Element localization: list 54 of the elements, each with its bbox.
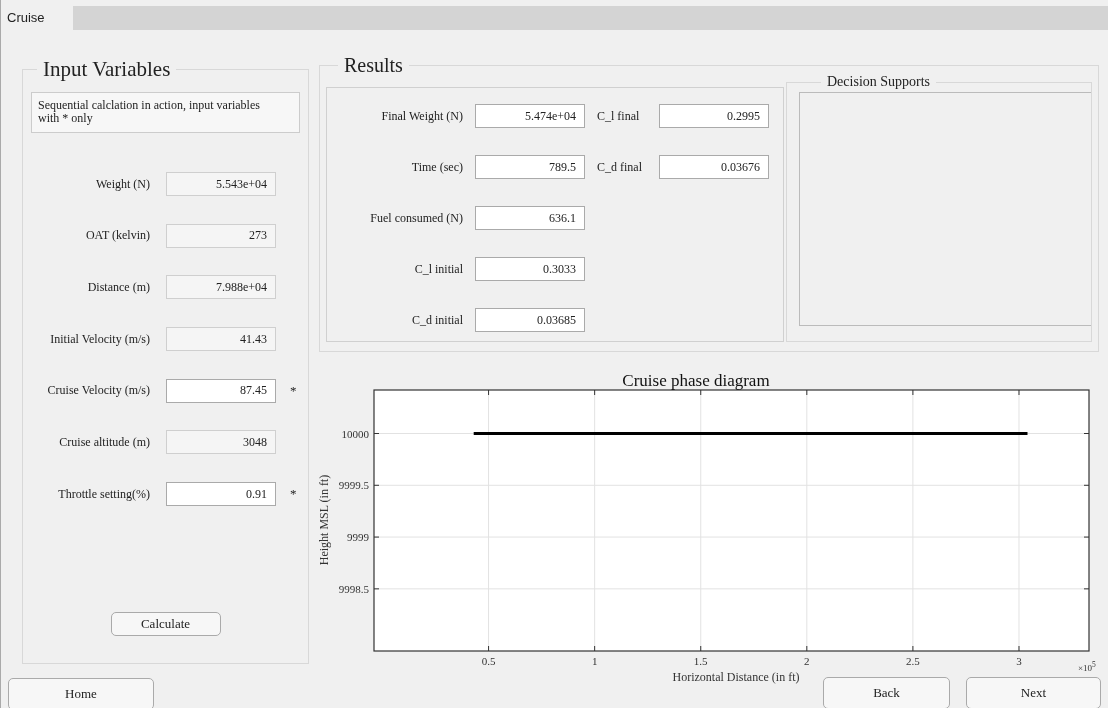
- next-button[interactable]: Next: [966, 677, 1101, 708]
- field-label: C_d final: [597, 159, 643, 175]
- home-button[interactable]: Home: [8, 678, 154, 708]
- field-label: Distance (m): [86, 279, 150, 295]
- panel-title: Results: [343, 54, 404, 77]
- decision-list[interactable]: [799, 92, 1091, 326]
- x-tick-label: 1: [591, 655, 598, 667]
- required-marker: *: [290, 486, 297, 503]
- back-button[interactable]: Back: [823, 677, 950, 708]
- tab[interactable]: Cruise: [1, 6, 73, 30]
- input-field[interactable]: 273: [166, 223, 276, 248]
- field-label: C_d initial: [411, 312, 463, 328]
- input-field[interactable]: 0.91: [166, 482, 276, 507]
- field-label: C_l initial: [413, 261, 463, 277]
- field-label: C_l final: [597, 108, 641, 124]
- panel-title: Input Variables: [42, 57, 172, 82]
- x-tick-label: 2.5: [906, 655, 920, 667]
- field-label: Throttle setting(%): [57, 486, 150, 502]
- field-label: Final Weight (N): [380, 108, 463, 124]
- field-label: Time (sec): [410, 159, 463, 175]
- input-field[interactable]: 5.543e+04: [166, 172, 276, 196]
- x-tick-label: 2: [804, 655, 810, 667]
- output-field[interactable]: 0.03685: [475, 308, 585, 332]
- output-field[interactable]: 0.03676: [659, 155, 769, 179]
- field-label: Cruise Velocity (m/s): [46, 383, 150, 399]
- field-label: Initial Velocity (m/s): [49, 331, 150, 347]
- y-tick-label: 9998.5: [338, 582, 369, 595]
- field-label: Cruise altitude (m): [58, 434, 150, 450]
- chart-title: Cruise phase diagram: [622, 371, 770, 390]
- y-axis-label: Height MSL (in ft): [317, 474, 331, 566]
- y-tick-label: 10000: [341, 427, 369, 440]
- output-field[interactable]: 5.474e+04: [475, 104, 585, 128]
- output-field[interactable]: 0.2995: [659, 104, 769, 128]
- axis-exponent: ×10$^{5}$: [1078, 660, 1096, 673]
- output-field[interactable]: 789.5: [475, 155, 585, 179]
- input-field[interactable]: 7.988e+04: [166, 275, 276, 300]
- required-marker: *: [290, 382, 297, 399]
- info-note: Sequential calclation in action, input variables with * only: [31, 92, 300, 133]
- y-tick-label: 9999: [347, 531, 369, 544]
- x-tick-label: 3: [1016, 655, 1022, 667]
- field-label: Fuel consumed (N): [369, 210, 463, 226]
- x-tick-label: 1.5: [693, 655, 708, 667]
- output-field[interactable]: 636.1: [475, 206, 585, 230]
- field-label: Weight (N): [94, 176, 150, 192]
- output-field[interactable]: 0.3033: [475, 257, 585, 281]
- y-tick-label: 9999.5: [338, 479, 369, 492]
- calculate-button[interactable]: Calculate: [110, 612, 221, 637]
- panel-title: Decision Supports: [826, 74, 932, 90]
- input-field[interactable]: 87.45: [166, 378, 276, 403]
- x-tick-label: 0.5: [481, 655, 496, 667]
- input-field[interactable]: 41.43: [166, 327, 276, 352]
- x-axis-label: Horizontal Distance (in ft): [672, 670, 800, 684]
- field-label: OAT (kelvin): [84, 228, 150, 244]
- input-field[interactable]: 3048: [166, 430, 276, 455]
